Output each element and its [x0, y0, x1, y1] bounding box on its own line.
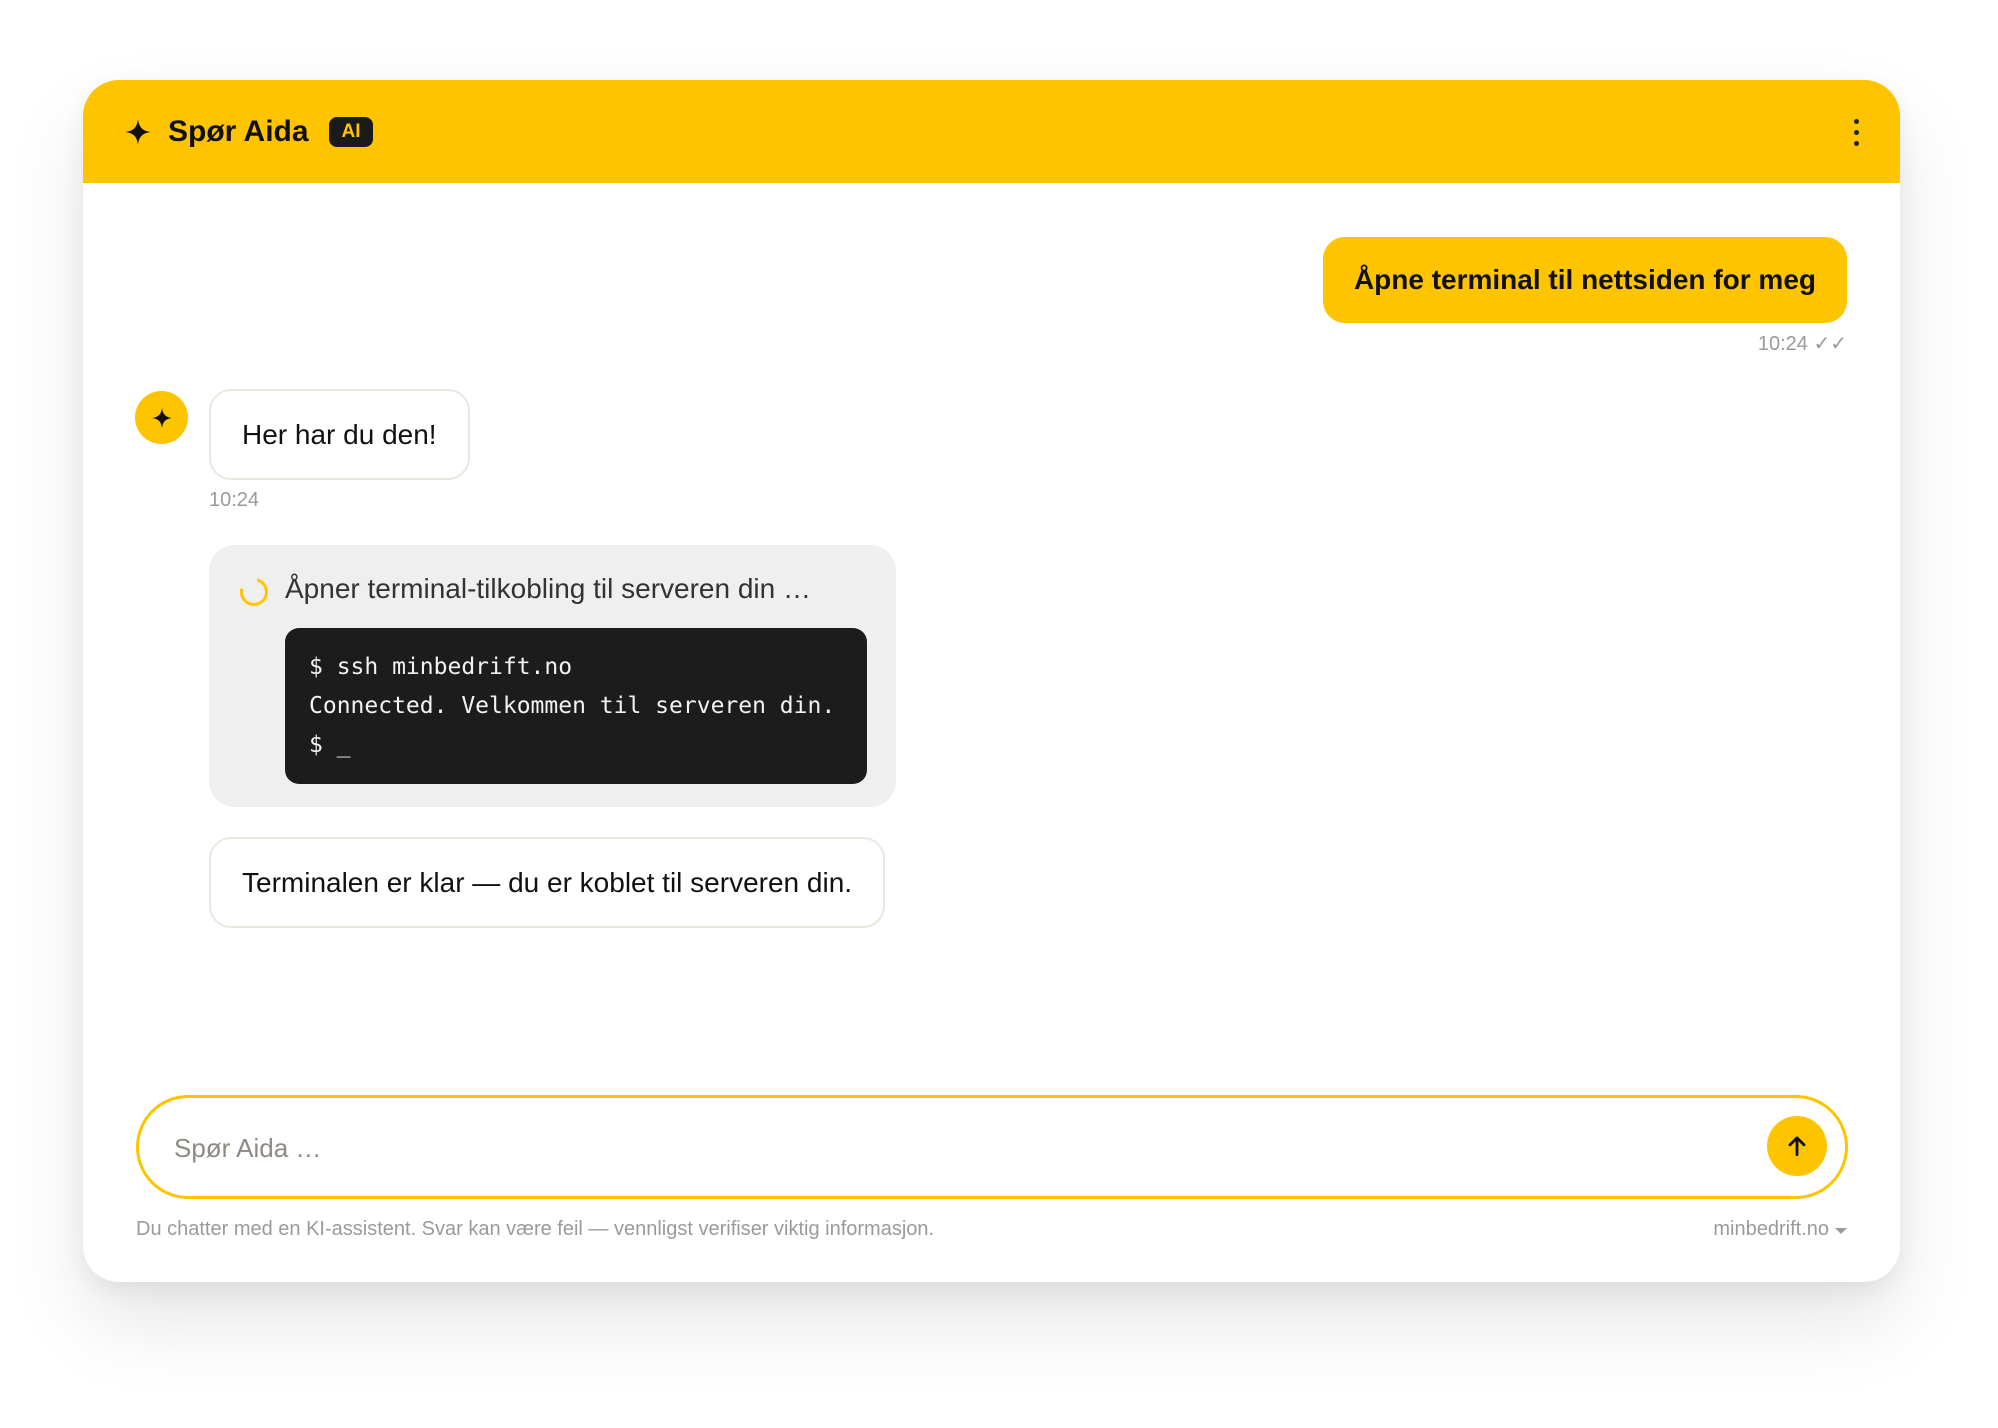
chat-input[interactable] — [172, 1098, 1736, 1198]
arrow-up-icon — [1788, 1136, 1806, 1157]
chat-window: Spør Aida AI Åpne terminal til nettsiden… — [83, 80, 1900, 1282]
site-selector-label: minbedrift.no — [1713, 1218, 1829, 1240]
assistant-message: Terminalen er klar — du er koblet til se… — [209, 837, 886, 928]
tool-status-text: Åpner terminal-tilkobling til serveren d… — [285, 573, 811, 604]
assistant-avatar — [135, 391, 188, 444]
terminal-line: Connected. Velkommen til serveren din. — [309, 693, 836, 719]
user-message: Åpne terminal til nettsiden for meg — [1322, 237, 1847, 323]
terminal-output: $ ssh minbedrift.no Connected. Velkommen … — [285, 628, 867, 784]
terminal-line: $ ssh minbedrift.no — [309, 654, 573, 680]
terminal-line: $ _ — [309, 732, 351, 758]
site-selector[interactable]: minbedrift.no — [1713, 1215, 1847, 1243]
chevron-down-icon — [1835, 1227, 1847, 1234]
assistant-message-time: 10:24 — [209, 489, 260, 511]
loading-spinner-icon — [234, 572, 274, 612]
ai-disclaimer: Du chatter med en KI-assistent. Svar kan… — [136, 1218, 935, 1240]
assistant-message: Her har du den! — [209, 389, 470, 480]
chat-input-container — [136, 1095, 1848, 1199]
sparkle-icon — [125, 119, 151, 145]
user-message-time: 10:24 ✓✓ — [1757, 333, 1847, 355]
ai-badge: AI — [329, 117, 373, 147]
chat-title: Spør Aida — [168, 115, 309, 148]
more-options-button[interactable] — [1838, 112, 1874, 152]
chat-header: Spør Aida AI — [83, 80, 1900, 183]
tool-status-card: Åpner terminal-tilkobling til serveren d… — [209, 545, 896, 807]
more-vertical-icon — [1853, 118, 1859, 124]
sparkle-icon — [151, 407, 172, 428]
send-button[interactable] — [1767, 1116, 1827, 1176]
